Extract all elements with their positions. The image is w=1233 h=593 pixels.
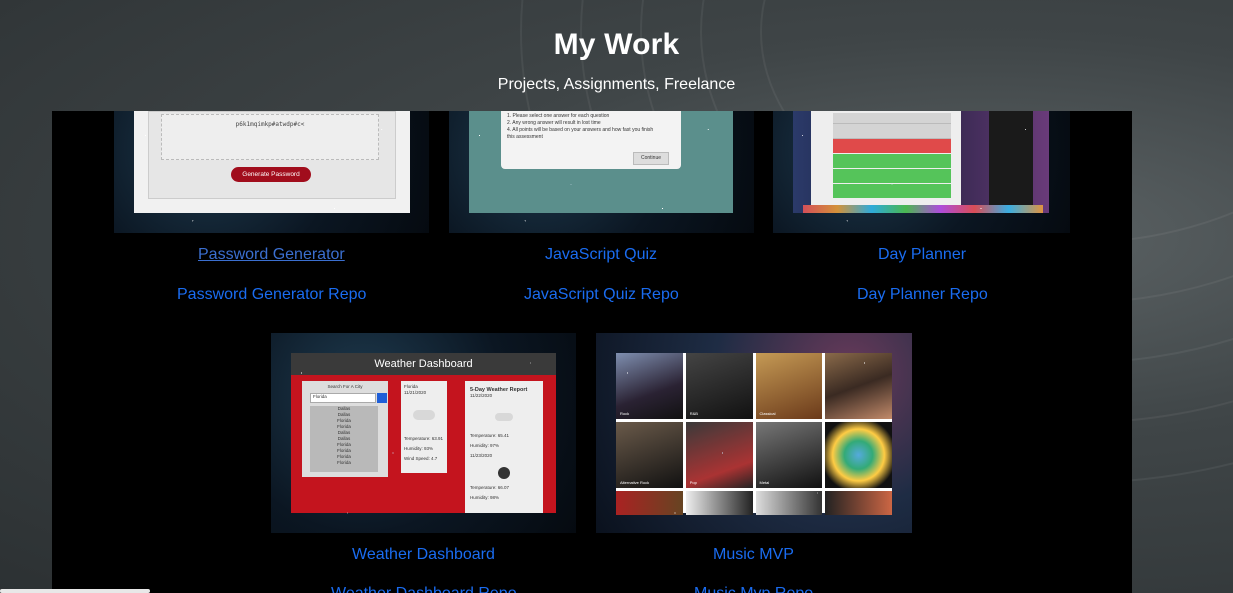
forecast-temperature: Temperature: 66.07	[470, 485, 510, 490]
page-header: My Work Projects, Assignments, Freelance	[0, 0, 1233, 94]
genre-tile	[825, 491, 892, 515]
music-preview-grid: Rock R&B Classical Alternative Rock Pop …	[616, 353, 892, 515]
weather-search-panel: Search For A City Florida Dallas Dallas …	[302, 381, 388, 477]
weather-search-value: Florida	[313, 394, 327, 399]
page-title: My Work	[553, 28, 680, 61]
forecast-humidity: Humidity: 98%	[470, 495, 500, 500]
password-generator-repo-link[interactable]: Password Generator Repo	[177, 286, 366, 304]
forecast-temperature: Temperature: 65.41	[470, 433, 510, 438]
javascript-quiz-link[interactable]: JavaScript Quiz	[545, 246, 657, 264]
genre-tile: Pop	[685, 422, 753, 488]
current-temperature: Temperature: 63.91	[404, 436, 444, 441]
planner-app-window	[811, 111, 961, 205]
quiz-rule-4: 4. All points will be based on your answ…	[507, 127, 654, 133]
quiz-rule-1: 1. Please select one answer for each que…	[507, 113, 610, 119]
weather-city-list: Dallas Dallas Florida Florida Dallas Dal…	[310, 406, 378, 472]
weather-dashboard-link[interactable]: Weather Dashboard	[352, 546, 495, 564]
quiz-preview-window: 1. Please select one answer for each que…	[469, 111, 733, 213]
planner-dock	[803, 205, 1043, 213]
weather-current-panel: Florida 11/21/2020 Temperature: 63.91 Hu…	[401, 381, 447, 473]
genre-tile	[685, 491, 753, 515]
genre-tile: Metal	[755, 422, 823, 488]
forecast-date: 11/23/2020	[470, 453, 493, 458]
page-subtitle: Projects, Assignments, Freelance	[497, 76, 736, 93]
genre-tile	[825, 422, 892, 488]
genre-tile	[755, 491, 823, 515]
quiz-continue-button: Continue	[633, 152, 669, 165]
forecast-humidity: Humidity: 97%	[470, 443, 500, 448]
current-wind: Wind Speed: 4.7	[404, 456, 438, 461]
password-preview-window: p6k1mqimkp#atwdp#c< Generate Password	[134, 111, 410, 213]
weather-search-label: Search For A City	[327, 384, 363, 389]
planner-row-future	[833, 184, 951, 198]
planner-desktop	[793, 111, 1049, 213]
forecast-date: 11/22/2020	[470, 393, 493, 398]
weather-search-button	[377, 393, 387, 403]
weather-preview-window: Weather Dashboard Search For A City Flor…	[291, 353, 556, 513]
genre-tile: Classical	[755, 353, 823, 419]
password-output-box: p6k1mqimkp#atwdp#c<	[161, 114, 379, 160]
planner-row-future	[833, 154, 951, 168]
planner-row	[833, 113, 951, 124]
planner-side-panel	[989, 111, 1033, 205]
current-date: 11/21/2020	[404, 390, 427, 395]
password-generator-link[interactable]: Password Generator	[198, 246, 345, 264]
current-humidity: Humidity: 93%	[404, 446, 434, 451]
rain-icon	[498, 467, 510, 479]
day-planner-link[interactable]: Day Planner	[878, 246, 966, 264]
planner-row-current	[833, 139, 951, 153]
cloud-icon	[495, 413, 513, 421]
password-preview-card: p6k1mqimkp#atwdp#c< Generate Password	[148, 111, 396, 199]
music-mvp-thumbnail[interactable]: Rock R&B Classical Alternative Rock Pop …	[596, 333, 912, 533]
weather-preview-header: Weather Dashboard	[291, 353, 556, 375]
weather-search-field: Florida	[310, 393, 376, 403]
planner-row	[833, 124, 951, 139]
quiz-rule-4-cont: this assessment	[507, 134, 543, 140]
weather-forecast-panel: 5-Day Weather Report 11/22/2020 Temperat…	[465, 381, 543, 513]
genre-tile	[825, 353, 892, 419]
javascript-quiz-repo-link[interactable]: JavaScript Quiz Repo	[524, 286, 679, 304]
weather-dashboard-thumbnail[interactable]: Weather Dashboard Search For A City Flor…	[271, 333, 576, 533]
horizontal-scrollbar[interactable]	[0, 589, 150, 593]
day-planner-thumbnail[interactable]	[773, 111, 1070, 233]
password-generator-thumbnail[interactable]: p6k1mqimkp#atwdp#c< Generate Password	[114, 111, 429, 233]
day-planner-repo-link[interactable]: Day Planner Repo	[857, 286, 988, 304]
planner-row-future	[833, 169, 951, 183]
genre-tile: Alternative Rock	[616, 422, 683, 488]
music-mvp-repo-link[interactable]: Music Mvp Repo	[694, 585, 813, 593]
music-mvp-link[interactable]: Music MVP	[713, 546, 794, 564]
quiz-preview-card: 1. Please select one answer for each que…	[501, 111, 681, 169]
cloud-icon	[413, 410, 435, 420]
city-item: Florida	[337, 460, 351, 465]
password-output-text: p6k1mqimkp#atwdp#c<	[235, 121, 305, 128]
javascript-quiz-thumbnail[interactable]: 1. Please select one answer for each que…	[449, 111, 754, 233]
genre-tile: R&B	[685, 353, 753, 419]
generate-password-button: Generate Password	[231, 167, 311, 182]
quiz-rule-2: 2. Any wrong answer will result in lost …	[507, 120, 601, 126]
genre-tile: Rock	[616, 353, 683, 419]
weather-dashboard-repo-link[interactable]: Weather Dashboard Repo	[331, 585, 517, 593]
genre-tile	[616, 491, 683, 515]
projects-panel: p6k1mqimkp#atwdp#c< Generate Password Pa…	[52, 111, 1132, 593]
